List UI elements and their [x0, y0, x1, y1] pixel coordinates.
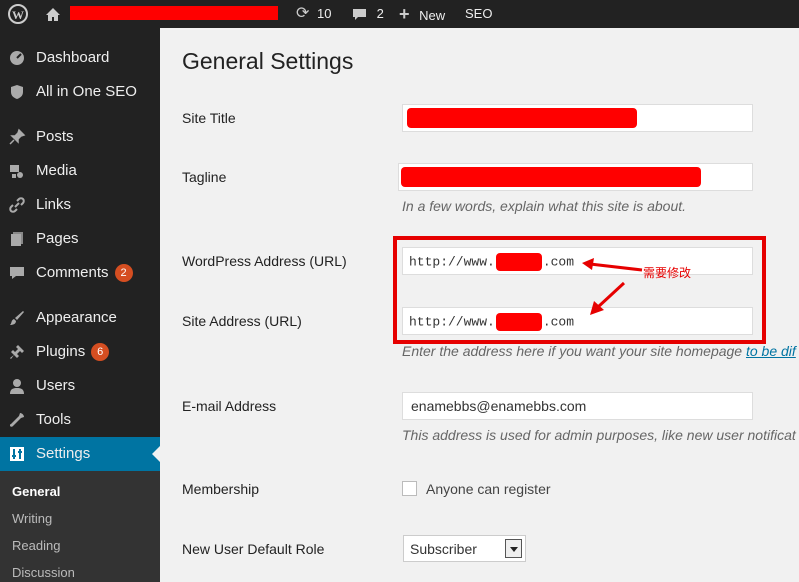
sidebar-item-links[interactable]: Links	[0, 188, 160, 222]
email-label: E-mail Address	[182, 398, 277, 414]
redacted-value	[407, 108, 637, 128]
user-icon	[10, 379, 24, 394]
submenu-item-general[interactable]: General	[12, 484, 60, 499]
plus-icon: +	[399, 4, 410, 24]
dashboard-icon	[10, 51, 24, 65]
sidebar-item-users[interactable]: Users	[0, 369, 160, 403]
tagline-description: In a few words, explain what this site i…	[402, 198, 687, 214]
address-description: Enter the address here if you want your …	[402, 343, 796, 359]
tagline-input[interactable]	[398, 163, 753, 191]
anyone-can-register-label[interactable]: Anyone can register	[426, 481, 551, 497]
pin-icon	[9, 128, 26, 145]
address-help-link[interactable]: to be dif	[746, 343, 796, 359]
settings-icon	[10, 447, 24, 461]
sidebar-item-all-in-one-seo[interactable]: All in One SEO	[0, 75, 160, 109]
redacted-value	[401, 167, 701, 187]
chevron-down-icon[interactable]	[505, 539, 522, 558]
submenu-item-discussion[interactable]: Discussion	[12, 565, 75, 580]
comments-count: 2	[376, 6, 384, 21]
sidebar-item-media[interactable]: Media	[0, 154, 160, 188]
comments-link[interactable]: 2	[352, 0, 384, 28]
sidebar-item-label: Dashboard	[36, 49, 110, 66]
sidebar-item-appearance[interactable]: Appearance	[0, 301, 160, 335]
active-menu-arrow	[152, 446, 160, 462]
sidebar-item-label: Posts	[36, 128, 74, 145]
sidebar-item-label: Media	[36, 162, 77, 179]
sidebar-item-label: Users	[36, 377, 76, 394]
anyone-can-register-checkbox[interactable]	[402, 481, 417, 496]
tagline-label: Tagline	[182, 169, 227, 185]
plugin-updates-badge: 6	[91, 343, 110, 361]
sidebar-item-posts[interactable]: Posts	[0, 120, 160, 154]
annotation-arrows	[582, 258, 643, 315]
sidebar-item-label: Settings	[36, 445, 91, 462]
comments-pending-badge: 2	[114, 264, 133, 282]
sidebar-item-label: Pages	[36, 230, 79, 247]
media-icon	[10, 165, 23, 178]
brush-icon	[10, 311, 24, 325]
updates-link[interactable]: ⟳ 10	[296, 0, 332, 28]
sidebar-item-pages[interactable]: Pages	[0, 222, 160, 256]
sidebar-item-settings[interactable]: Settings	[0, 437, 160, 471]
email-value: enamebbs@enamebbs.com	[411, 398, 587, 414]
site-title-label: Site Title	[182, 110, 236, 126]
admin-bar: W ⟳ 10 2 + New SEO	[0, 0, 799, 28]
wordpress-logo-icon[interactable]: W	[7, 0, 29, 28]
seo-menu[interactable]: SEO	[465, 0, 492, 28]
link-icon	[9, 197, 25, 213]
default-role-label: New User Default Role	[182, 541, 325, 557]
site-title-input[interactable]	[402, 104, 753, 132]
sidebar-item-label: Appearance	[36, 309, 117, 326]
new-label: New	[419, 8, 446, 23]
membership-label: Membership	[182, 481, 260, 497]
updates-count: 10	[317, 6, 332, 21]
sidebar-item-label: Plugins	[36, 343, 86, 360]
page-title: General Settings	[182, 48, 354, 74]
email-description: This address is used for admin purposes,…	[402, 427, 796, 443]
default-role-select[interactable]: Subscriber	[403, 535, 526, 562]
comment-bubble-icon	[353, 8, 366, 20]
pages-icon	[11, 232, 23, 246]
shield-icon	[11, 85, 23, 99]
address-description-text: Enter the address here if you want your …	[402, 343, 746, 359]
refresh-icon: ⟳	[296, 5, 310, 22]
sidebar-item-plugins[interactable]: Plugins 6	[0, 335, 160, 369]
sidebar-item-label: Comments	[36, 264, 109, 281]
email-input[interactable]: enamebbs@enamebbs.com	[402, 392, 753, 420]
wrench-icon	[10, 413, 24, 427]
new-content-link[interactable]: + New	[399, 0, 445, 28]
sidebar-item-label: All in One SEO	[36, 83, 137, 100]
sidebar-item-label: Tools	[36, 411, 72, 428]
home-icon[interactable]	[45, 0, 61, 28]
sidebar-item-tools[interactable]: Tools	[0, 403, 160, 437]
site-address-label: Site Address (URL)	[182, 313, 302, 329]
settings-submenu: General Writing Reading Discussion	[0, 471, 160, 582]
svg-text:W: W	[12, 8, 24, 22]
annotation-note: 需要修改	[643, 266, 692, 280]
comment-icon	[10, 267, 24, 279]
sidebar-item-label: Links	[36, 196, 72, 213]
submenu-item-writing[interactable]: Writing	[12, 511, 52, 526]
sidebar-item-dashboard[interactable]: Dashboard	[0, 41, 160, 75]
submenu-item-reading[interactable]: Reading	[12, 538, 60, 553]
site-name-redacted[interactable]	[70, 6, 278, 20]
selected-role: Subscriber	[410, 541, 477, 557]
wordpress-address-label: WordPress Address (URL)	[182, 253, 347, 269]
plug-icon	[10, 345, 24, 359]
sidebar-item-comments[interactable]: Comments 2	[0, 256, 160, 290]
